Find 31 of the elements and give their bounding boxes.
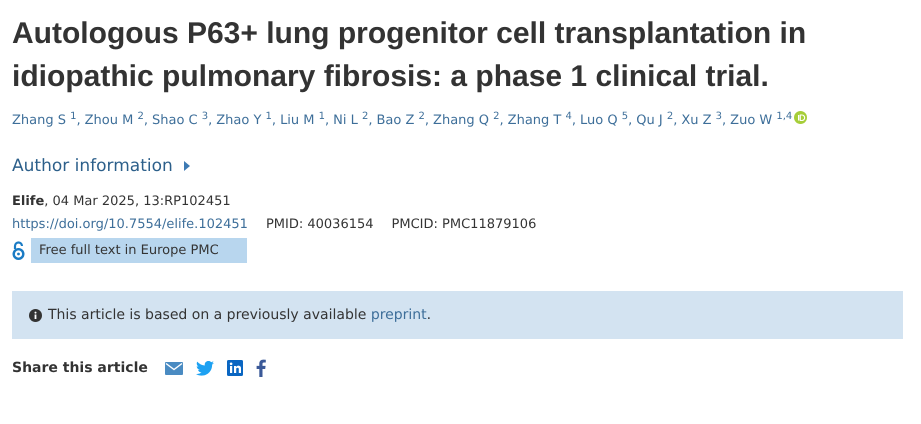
orcid-icon[interactable] [794,110,808,124]
author-link[interactable]: Luo Q $^{5}$, [580,112,632,130]
author-link[interactable]: Xu Z $^{3}$, [681,112,726,130]
notice-text: This article is based on a previously available preprint. [48,307,432,323]
author-link[interactable]: Zhang Q $^{2}$, [433,112,504,130]
caret-icon [182,160,191,172]
share-label: Share this article [12,360,148,376]
author-link[interactable]: Zhang S $^{1}$, [12,112,81,130]
article-title: Autologous P63+ lung progenitor cell transplantation in idiopathic pulmonary fibrosis: a phase 1 clinical trial. [12,16,808,95]
journal-citation: Elife, 04 Mar 2025, 13:RP102451 [12,194,232,209]
author-link[interactable]: Zhao Y $^{1}$, [216,112,276,130]
author-link[interactable]: Shao C $^{3}$, [152,112,212,130]
author-link[interactable]: Bao Z $^{2}$, [376,112,430,130]
author-information-toggle[interactable]: Author information [12,156,191,176]
bird-icon[interactable] [196,360,214,376]
free-full-text-link[interactable]: Free full text in Europe PMC [31,238,247,263]
author-link[interactable]: Zuo W $^{1,4}$ [730,112,792,130]
preprint-link[interactable]: preprint [370,307,427,323]
author-link[interactable]: Zhang T $^{4}$, [508,112,576,130]
author-link[interactable]: Ni L $^{2}$, [333,112,373,130]
doi-link[interactable]: https://doi.org/10.7554/elife.102451 [12,217,248,232]
linkedin-icon[interactable] [226,360,243,376]
author-link[interactable]: Qu J $^{2}$, [636,112,678,130]
author-link[interactable]: Zhou M $^{2}$, [84,112,148,130]
pmcid: PMCID: PMC11879106 [392,217,536,232]
pmid: PMID: 40036154 [266,217,374,232]
author-link[interactable]: Liu M $^{1}$, [280,112,330,130]
info-icon [29,308,42,322]
facebook-icon[interactable] [256,359,266,377]
email-icon[interactable] [164,362,183,374]
open-access-icon [12,240,25,260]
